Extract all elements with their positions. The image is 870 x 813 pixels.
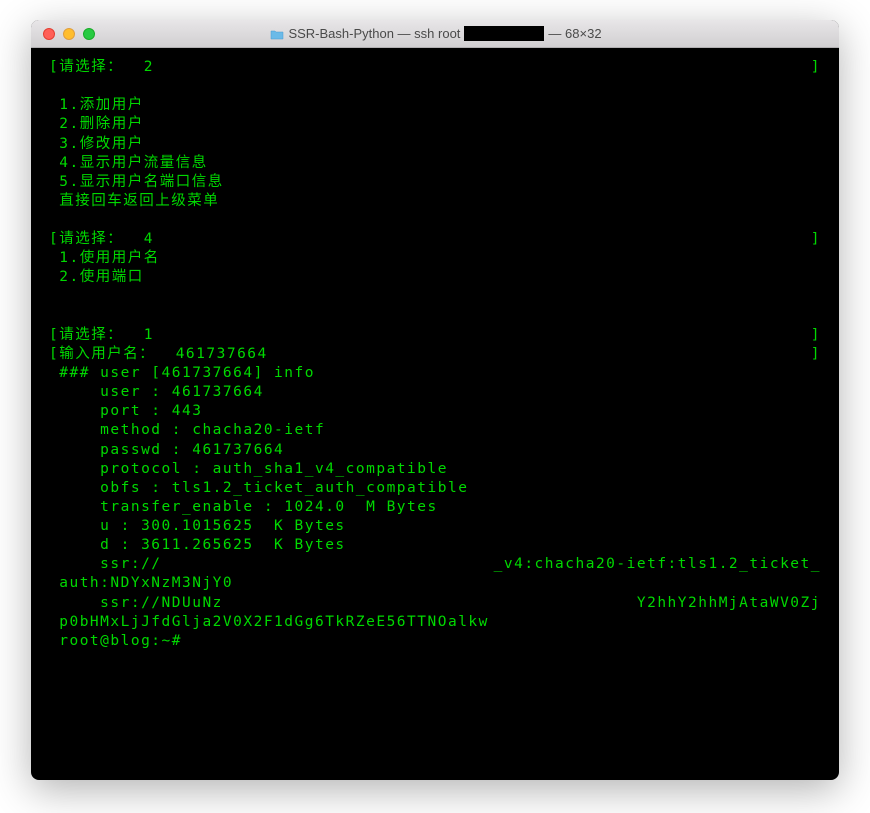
terminal-line: user : 461737664 <box>49 383 821 402</box>
terminal-line: passwd : 461737664 <box>49 441 821 460</box>
terminal-line: port : 443 <box>49 402 821 421</box>
terminal-line: ssr://NDUuNzY2hhY2hhMjAtaWV0Zj <box>49 594 821 613</box>
terminal-body[interactable]: [请选择： 2] 1.添加用户 2.删除用户 3.修改用户 4.显示用户流量信息… <box>31 48 839 661</box>
terminal-line: protocol : auth_sha1_v4_compatible <box>49 460 821 479</box>
terminal-line <box>49 288 821 307</box>
terminal-line: ssr://_v4:chacha20-ietf:tls1.2_ticket_ <box>49 555 821 574</box>
window-title: SSR-Bash-Python — ssh root. — 68×32 <box>45 26 827 41</box>
terminal-line: 1.添加用户 <box>49 96 821 115</box>
terminal-line: transfer_enable : 1024.0 M Bytes <box>49 498 821 517</box>
title-prefix: SSR-Bash-Python — ssh root <box>288 26 460 41</box>
title-bar: SSR-Bash-Python — ssh root. — 68×32 <box>31 20 839 48</box>
terminal-line: [请选择： 4] <box>49 230 821 249</box>
terminal-line: 5.显示用户名端口信息 <box>49 173 821 192</box>
terminal-line: u : 300.1015625 K Bytes <box>49 517 821 536</box>
terminal-line: auth:NDYxNzM3NjY0 <box>49 574 821 593</box>
terminal-line: 3.修改用户 <box>49 135 821 154</box>
terminal-line: d : 3611.265625 K Bytes <box>49 536 821 555</box>
terminal-line <box>49 307 821 326</box>
terminal-line: 1.使用用户名 <box>49 249 821 268</box>
terminal-line <box>49 77 821 96</box>
terminal-line: [请选择： 1] <box>49 326 821 345</box>
terminal-line: p0bHMxLjJfdGlja2V0X2F1dGg6TkRZeE56TTNOal… <box>49 613 821 632</box>
terminal-line: 4.显示用户流量信息 <box>49 154 821 173</box>
terminal-window: SSR-Bash-Python — ssh root. — 68×32 [请选择… <box>31 20 839 780</box>
terminal-line: ### user [461737664] info <box>49 364 821 383</box>
terminal-line <box>49 211 821 230</box>
terminal-line: [请选择： 2] <box>49 58 821 77</box>
redacted-host: . <box>464 26 544 41</box>
terminal-line: [输入用户名： 461737664] <box>49 345 821 364</box>
terminal-line: method : chacha20-ietf <box>49 421 821 440</box>
terminal-prompt: root@blog:~# <box>49 632 821 651</box>
terminal-line: 2.使用端口 <box>49 268 821 287</box>
terminal-line: 直接回车返回上级菜单 <box>49 192 821 211</box>
folder-icon <box>270 28 284 39</box>
title-suffix: — 68×32 <box>548 26 601 41</box>
terminal-line: 2.删除用户 <box>49 115 821 134</box>
terminal-line: obfs : tls1.2_ticket_auth_compatible <box>49 479 821 498</box>
